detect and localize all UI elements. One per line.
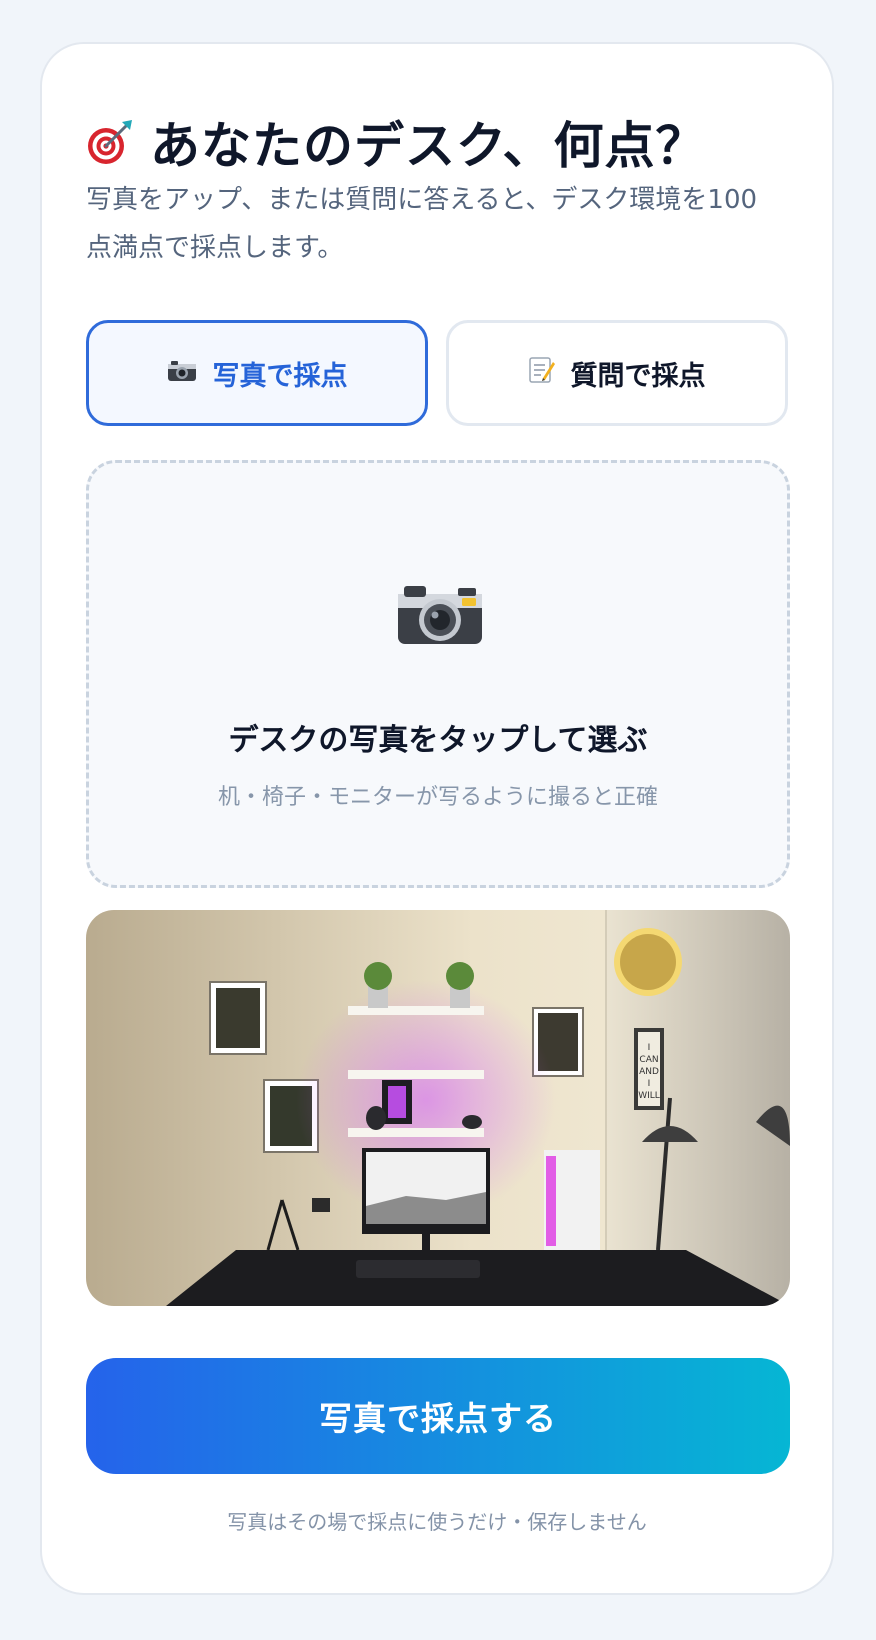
upload-title: デスクの写真をタップして選ぶ xyxy=(228,723,648,758)
page-title: あなたのデスク、何点？ xyxy=(86,106,707,178)
tab-photo-score[interactable]: 写真で採点 xyxy=(86,320,428,426)
poster-text-4: I xyxy=(648,1079,651,1089)
title-text: あなたのデスク、何点？ xyxy=(150,117,707,175)
privacy-note: 写真はその場で採点に使うだけ・保存しません xyxy=(227,1510,647,1534)
submit-label: 写真で採点する xyxy=(319,1399,557,1438)
upload-hint: 机・椅子・モニターが写るように撮ると正確 xyxy=(217,785,658,810)
camera-icon xyxy=(396,582,484,646)
subtitle: 写真をアップ、または質問に答えると、デスク環境を100点満点で採点します。 xyxy=(86,185,758,263)
poster-text-1: I xyxy=(648,1043,651,1053)
photo-upload-dropzone[interactable]: デスクの写真をタップして選ぶ 机・椅子・モニターが写るように撮ると正確 xyxy=(86,460,790,888)
tab-question-label: 質問で採点 xyxy=(570,360,706,392)
score-card: あなたのデスク、何点？ 写真をアップ、または質問に答えると、デスク環境を100点… xyxy=(40,42,834,1595)
tab-photo-label: 写真で採点 xyxy=(212,360,348,392)
poster-text-2: CAN xyxy=(639,1055,658,1065)
desk-photo-preview: I CAN AND I WILL xyxy=(86,910,790,1306)
target-icon xyxy=(86,118,134,166)
poster-text-3: AND xyxy=(639,1067,659,1077)
submit-photo-score-button[interactable]: 写真で採点する xyxy=(86,1358,790,1474)
memo-icon xyxy=(528,356,555,391)
camera-icon xyxy=(167,358,197,389)
tab-question-score[interactable]: 質問で採点 xyxy=(446,320,788,426)
poster-text-5: WILL xyxy=(638,1091,660,1101)
